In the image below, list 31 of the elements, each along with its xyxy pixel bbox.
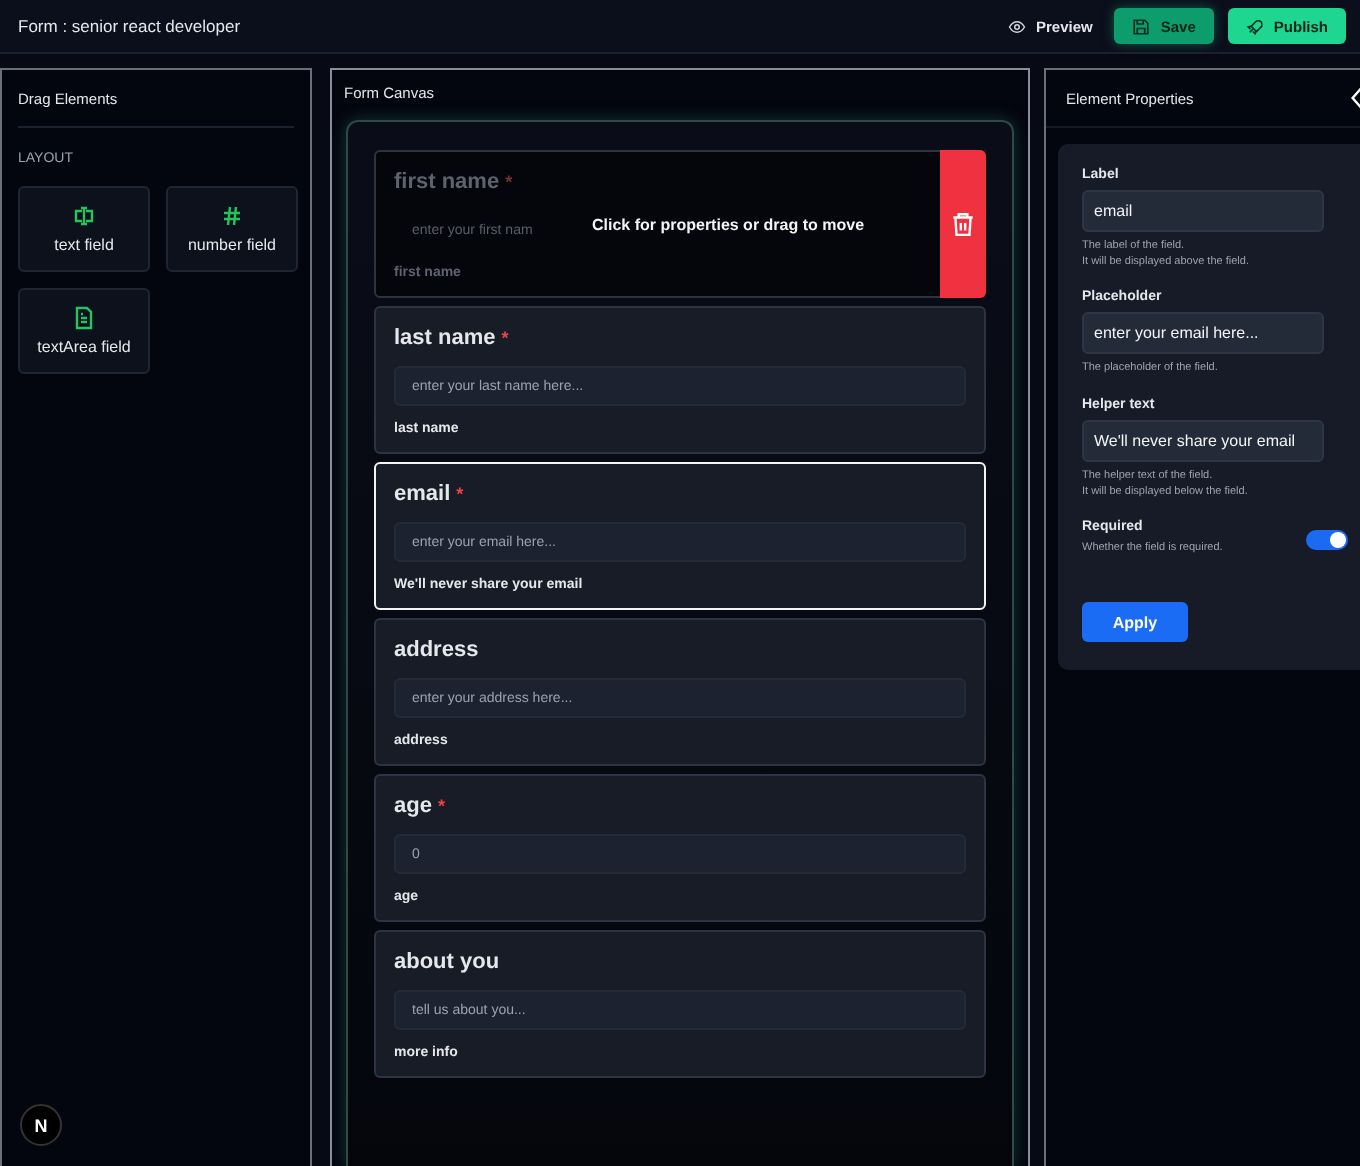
input-field[interactable]: enter your email here... xyxy=(1082,312,1324,355)
hash-icon xyxy=(220,204,244,228)
draggable-element[interactable]: textArea field xyxy=(18,288,150,374)
input-value: We'll never share your email xyxy=(1094,432,1296,451)
draggable-element[interactable]: number field xyxy=(166,186,298,272)
floppy-disk-icon xyxy=(1132,17,1151,35)
trash-icon xyxy=(950,210,976,238)
field-label: first name xyxy=(394,170,500,194)
draggable-element[interactable]: text field xyxy=(18,186,150,272)
apply-button[interactable]: Apply xyxy=(1082,602,1188,643)
field-label: email xyxy=(394,482,451,506)
text-cursor-icon xyxy=(72,204,96,228)
rocket-icon xyxy=(1245,17,1264,35)
input-value: email xyxy=(1094,202,1133,220)
required-asterisk: * xyxy=(505,172,513,192)
required-asterisk: * xyxy=(456,484,464,504)
document-icon xyxy=(72,306,96,330)
field-label: address xyxy=(394,638,479,662)
field-label: age xyxy=(394,794,432,818)
input-field[interactable]: We'll never share your email xyxy=(1082,420,1324,463)
input-field[interactable]: email xyxy=(1082,190,1324,232)
field-label: about you xyxy=(394,950,500,974)
eye-icon xyxy=(1008,17,1027,35)
input-value: enter your email here... xyxy=(1094,324,1259,343)
required-toggle[interactable] xyxy=(1306,529,1348,550)
form-title: Form : senior react developer xyxy=(18,16,241,36)
required-asterisk: * xyxy=(501,328,509,348)
required-asterisk: * xyxy=(437,796,445,816)
hover-hint: Click for properties or drag to move xyxy=(591,215,865,233)
field-label: last name xyxy=(394,326,496,350)
delete-button[interactable] xyxy=(940,150,986,298)
